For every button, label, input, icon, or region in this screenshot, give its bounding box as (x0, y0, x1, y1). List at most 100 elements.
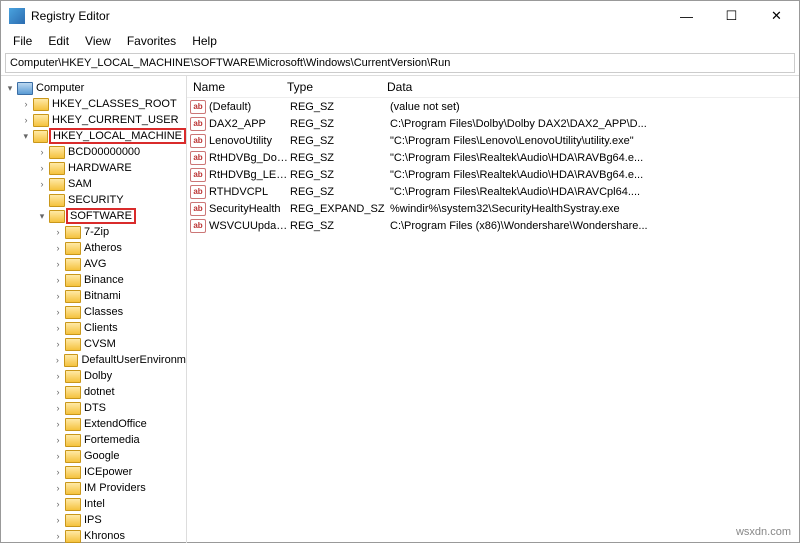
minimize-button[interactable]: — (664, 1, 709, 31)
tree-item[interactable]: ›DefaultUserEnvironm (1, 352, 186, 368)
tree-item[interactable]: ›Google (1, 448, 186, 464)
maximize-button[interactable]: ☐ (709, 1, 754, 31)
tree-item[interactable]: ›Dolby (1, 368, 186, 384)
folder-icon (65, 418, 81, 431)
tree-label: BCD00000000 (68, 146, 140, 158)
tree-software[interactable]: ▾SOFTWARE (1, 208, 186, 224)
tree-item[interactable]: ›DTS (1, 400, 186, 416)
chevron-right-icon[interactable]: › (51, 307, 65, 317)
address-text: Computer\HKEY_LOCAL_MACHINE\SOFTWARE\Mic… (10, 57, 450, 69)
value-data: (value not set) (390, 101, 799, 113)
tree-item[interactable]: ›IM Providers (1, 480, 186, 496)
col-type[interactable]: Type (287, 80, 387, 94)
menu-edit[interactable]: Edit (40, 32, 77, 50)
chevron-down-icon[interactable]: ▾ (19, 131, 33, 142)
chevron-right-icon[interactable]: › (51, 275, 65, 285)
folder-icon (65, 290, 81, 303)
folder-icon (65, 338, 81, 351)
chevron-right-icon[interactable]: › (51, 515, 65, 525)
menu-file[interactable]: File (5, 32, 40, 50)
chevron-right-icon[interactable]: › (51, 243, 65, 253)
tree-hkcu[interactable]: › HKEY_CURRENT_USER (1, 112, 186, 128)
chevron-right-icon[interactable]: › (51, 227, 65, 237)
chevron-right-icon[interactable]: › (51, 387, 65, 397)
string-value-icon: ab (190, 202, 206, 216)
chevron-right-icon[interactable]: › (51, 339, 65, 349)
tree-label: Fortemedia (84, 434, 140, 446)
chevron-right-icon[interactable]: › (51, 451, 65, 461)
chevron-right-icon[interactable]: › (51, 435, 65, 445)
list-row[interactable]: abRtHDVBg_DolbyREG_SZ"C:\Program Files\R… (187, 149, 799, 166)
tree-item[interactable]: ›7-Zip (1, 224, 186, 240)
tree-item[interactable]: ›Khronos (1, 528, 186, 543)
chevron-right-icon[interactable]: › (51, 371, 65, 381)
chevron-right-icon[interactable]: › (35, 163, 49, 173)
chevron-right-icon[interactable]: › (35, 147, 49, 157)
chevron-down-icon[interactable]: ▾ (3, 83, 17, 94)
folder-icon (49, 178, 65, 191)
tree-item[interactable]: ›AVG (1, 256, 186, 272)
string-value-icon: ab (190, 151, 206, 165)
tree-item[interactable]: ›Bitnami (1, 288, 186, 304)
close-button[interactable]: ✕ (754, 1, 799, 31)
tree-item[interactable]: ›dotnet (1, 384, 186, 400)
chevron-right-icon[interactable]: › (51, 259, 65, 269)
chevron-right-icon[interactable]: › (51, 467, 65, 477)
folder-icon (65, 498, 81, 511)
menu-help[interactable]: Help (184, 32, 225, 50)
folder-icon (65, 482, 81, 495)
list-header: Name Type Data (187, 76, 799, 98)
chevron-right-icon[interactable]: › (51, 419, 65, 429)
chevron-right-icon[interactable]: › (51, 499, 65, 509)
folder-icon (65, 322, 81, 335)
tree-item[interactable]: › CVSM (1, 336, 186, 352)
list-row[interactable]: ab(Default)REG_SZ(value not set) (187, 98, 799, 115)
tree-item[interactable]: ›Intel (1, 496, 186, 512)
tree-item[interactable]: ›ICEpower (1, 464, 186, 480)
col-name[interactable]: Name (187, 80, 287, 94)
chevron-right-icon[interactable]: › (35, 179, 49, 189)
value-type: REG_SZ (290, 135, 390, 147)
tree-item[interactable]: ›Clients (1, 320, 186, 336)
chevron-down-icon[interactable]: ▾ (35, 211, 49, 222)
tree-item[interactable]: ›Atheros (1, 240, 186, 256)
folder-icon (65, 370, 81, 383)
menu-view[interactable]: View (77, 32, 119, 50)
chevron-right-icon[interactable]: › (51, 291, 65, 301)
chevron-right-icon[interactable]: › (51, 355, 64, 365)
tree-item[interactable]: SECURITY (1, 192, 186, 208)
list-row[interactable]: abDAX2_APPREG_SZC:\Program Files\Dolby\D… (187, 115, 799, 132)
tree-item[interactable]: › Fortemedia (1, 432, 186, 448)
chevron-right-icon[interactable]: › (19, 115, 33, 125)
tree-item[interactable]: › BCD00000000 (1, 144, 186, 160)
tree-item[interactable]: ›ExtendOffice (1, 416, 186, 432)
folder-icon (65, 386, 81, 399)
list-row[interactable]: abRtHDVBg_LENO...REG_SZ"C:\Program Files… (187, 166, 799, 183)
tree-item[interactable]: ›SAM (1, 176, 186, 192)
menu-favorites[interactable]: Favorites (119, 32, 184, 50)
tree-hklm[interactable]: ▾ HKEY_LOCAL_MACHINE (1, 128, 186, 144)
list-row[interactable]: abSecurityHealthREG_EXPAND_SZ%windir%\sy… (187, 200, 799, 217)
list-row[interactable]: abWSVCUUpdateH...REG_SZC:\Program Files … (187, 217, 799, 234)
chevron-right-icon[interactable]: › (51, 483, 65, 493)
tree-item[interactable]: ›IPS (1, 512, 186, 528)
chevron-right-icon[interactable]: › (51, 403, 65, 413)
tree-pane[interactable]: ▾ Computer › HKEY_CLASSES_ROOT › HKEY_CU… (1, 76, 187, 543)
tree-hkcr[interactable]: › HKEY_CLASSES_ROOT (1, 96, 186, 112)
tree-root[interactable]: ▾ Computer (1, 80, 186, 96)
chevron-right-icon[interactable]: › (51, 323, 65, 333)
address-bar[interactable]: Computer\HKEY_LOCAL_MACHINE\SOFTWARE\Mic… (5, 53, 795, 73)
tree-item[interactable]: ›Classes (1, 304, 186, 320)
chevron-right-icon[interactable]: › (51, 531, 65, 541)
folder-icon (33, 130, 49, 143)
list-row[interactable]: abLenovoUtilityREG_SZ"C:\Program Files\L… (187, 132, 799, 149)
tree-label: CVSM (84, 338, 116, 350)
tree-item[interactable]: ›HARDWARE (1, 160, 186, 176)
col-data[interactable]: Data (387, 80, 799, 94)
folder-icon (65, 434, 81, 447)
chevron-right-icon[interactable]: › (19, 99, 33, 109)
tree-item[interactable]: ›Binance (1, 272, 186, 288)
list-row[interactable]: abRTHDVCPLREG_SZ"C:\Program Files\Realte… (187, 183, 799, 200)
value-name: SecurityHealth (209, 203, 290, 215)
list-pane[interactable]: Name Type Data ab(Default)REG_SZ(value n… (187, 76, 799, 543)
